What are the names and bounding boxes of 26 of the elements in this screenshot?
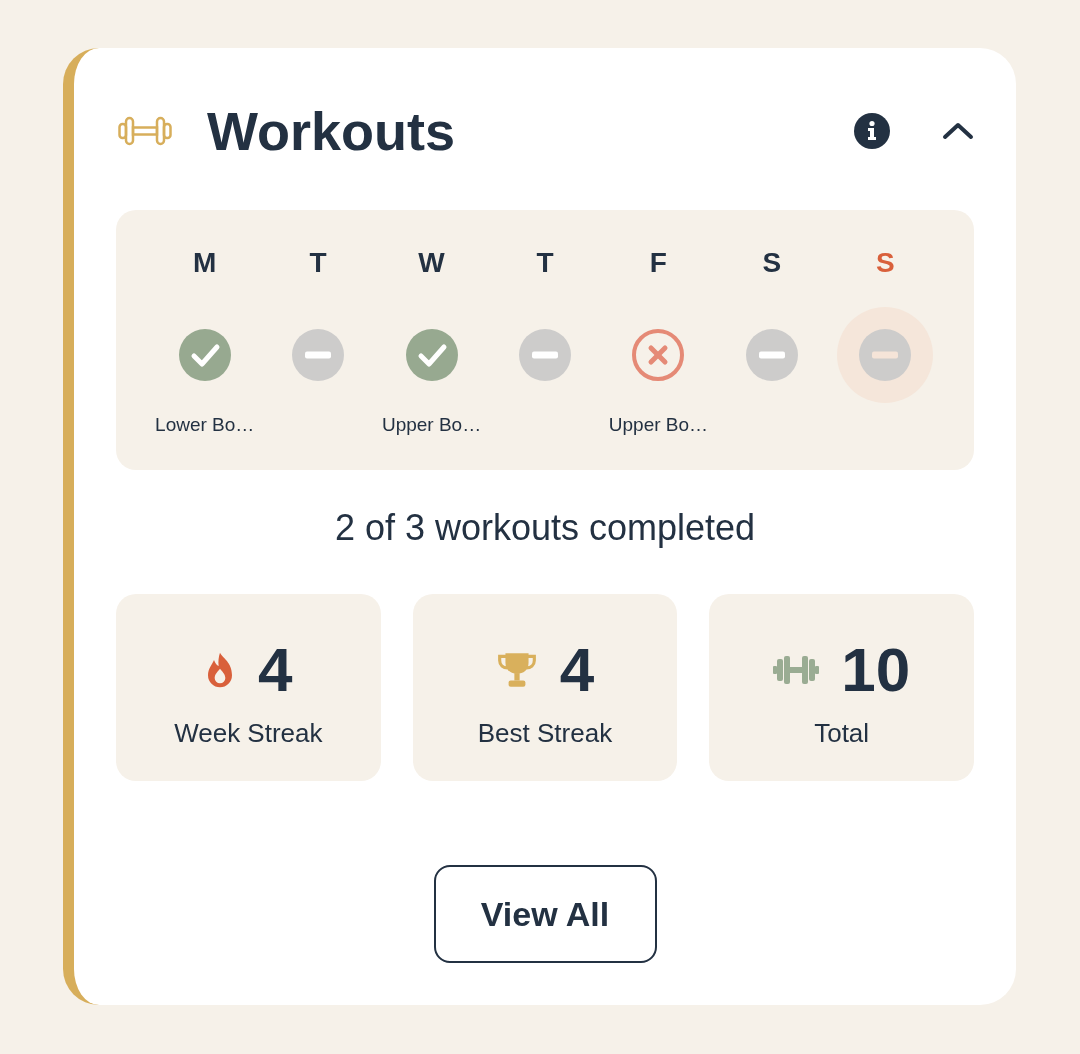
stat-label: Best Streak <box>477 718 613 748</box>
dumbbell-icon <box>118 116 172 146</box>
weekday-label: S <box>875 248 895 278</box>
stat-label: Week Streak <box>174 718 323 748</box>
collapse-button[interactable] <box>942 122 974 140</box>
workout-label: Upper Bo… <box>381 413 482 437</box>
stat-value: 4 <box>258 638 293 702</box>
weekday-label: W <box>418 248 445 278</box>
stat-value: 10 <box>841 638 911 702</box>
card-title: Workouts <box>207 101 455 161</box>
info-icon <box>854 113 890 149</box>
stat-label: Total <box>814 718 870 748</box>
workout-label: Upper Bo… <box>608 413 709 437</box>
weekday-label: M <box>193 248 217 278</box>
weekday-label: S <box>762 248 782 278</box>
stat-value: 4 <box>559 638 595 702</box>
info-button[interactable] <box>854 113 890 149</box>
summary-text: 2 of 3 workouts completed <box>334 508 756 548</box>
weekday-label: F <box>649 248 667 278</box>
view-all-button[interactable]: View All <box>433 865 657 963</box>
weekday-label: T <box>536 248 554 278</box>
trophy-icon <box>495 652 538 688</box>
dumbbell-icon <box>773 655 820 685</box>
chevron-icon <box>942 122 974 140</box>
weekday-label: T <box>309 248 327 278</box>
workout-label: Lower Bo… <box>155 413 255 437</box>
